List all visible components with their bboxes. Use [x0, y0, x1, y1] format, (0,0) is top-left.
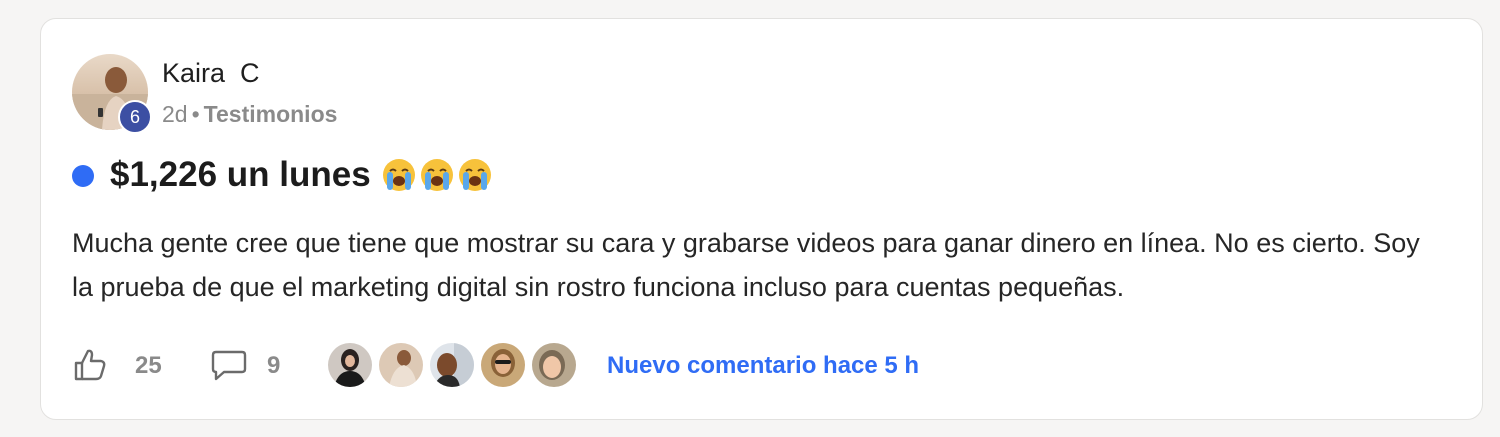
speech-bubble-icon[interactable]: [210, 349, 248, 383]
loudly-crying-face-icon: [458, 159, 491, 191]
loudly-crying-face-icon: [382, 159, 415, 191]
commenter-avatar[interactable]: [326, 341, 374, 389]
commenter-avatar[interactable]: [377, 341, 425, 389]
comment-count: 9: [267, 352, 281, 379]
post-body: Mucha gente cree que tiene que mostrar s…: [72, 228, 1420, 302]
level-badge: 6: [118, 100, 152, 134]
post-time: 2d: [162, 101, 188, 127]
post-card[interactable]: 6 Kaira C 2d • Testimonios $1,226 un lunes: [40, 18, 1483, 420]
thumbs-up-icon[interactable]: [72, 347, 108, 383]
post-title-text: $1,226 un lunes: [110, 155, 371, 194]
loudly-crying-face-icon: [420, 159, 453, 191]
commenter-avatar[interactable]: [479, 341, 527, 389]
post-category[interactable]: Testimonios: [204, 101, 338, 127]
commenter-avatar[interactable]: [530, 341, 578, 389]
like-count: 25: [135, 352, 162, 379]
post-actions: 25 9 Nuevo comentario hace 5 h: [72, 341, 1452, 389]
commenter-avatars: [326, 341, 581, 389]
commenter-avatar[interactable]: [428, 341, 476, 389]
author-name[interactable]: Kaira C: [162, 57, 260, 89]
post-title[interactable]: $1,226 un lunes: [110, 154, 493, 196]
post-meta: 2d • Testimonios: [162, 100, 337, 128]
unread-indicator: [72, 165, 94, 187]
meta-separator: •: [191, 101, 200, 127]
last-comment-link[interactable]: Nuevo comentario hace 5 h: [607, 352, 919, 380]
title-emojis: [381, 157, 493, 193]
